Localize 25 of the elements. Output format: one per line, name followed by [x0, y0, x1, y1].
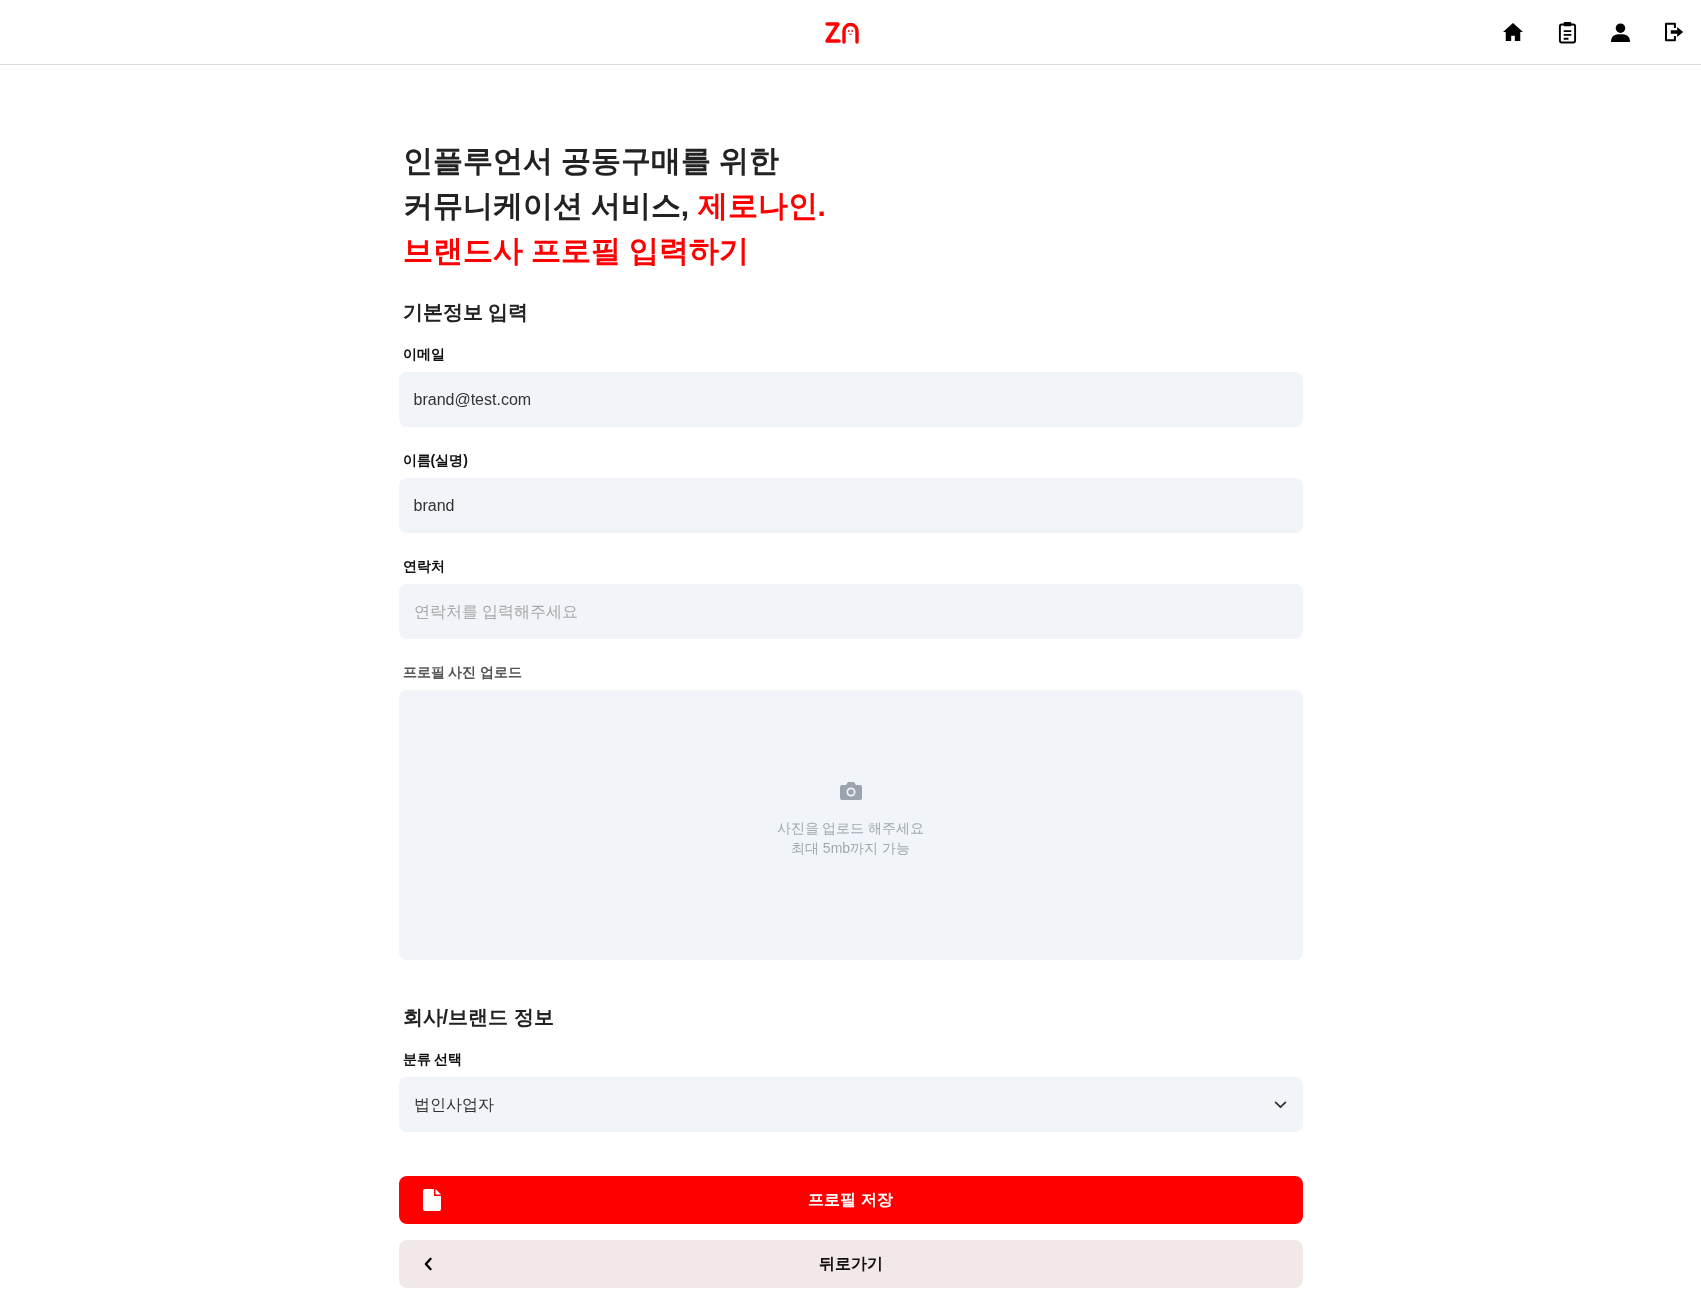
user-icon[interactable]: [1611, 22, 1630, 42]
field-label: 프로필 사진 업로드: [401, 663, 523, 682]
input-field[interactable]: 연락처를 입력해주세요: [398, 584, 1303, 639]
field-label: 연락처: [401, 557, 445, 576]
page-title: 인플루언서 공동구매를 위한 커뮤니케이션 서비스, 제로나인. 브랜드사 프로필 입력하기: [401, 143, 827, 269]
chevron-left-icon: [422, 1257, 433, 1271]
field-label: 분류 선택: [401, 1050, 463, 1069]
logo[interactable]: [825, 19, 859, 45]
input-field[interactable]: brand: [398, 478, 1303, 533]
field-label: 이메일: [401, 345, 445, 364]
upload-hint: 최대 5mb까지 가능: [791, 838, 910, 858]
section-title: 회사/브랜드 정보: [401, 1005, 555, 1030]
input-field[interactable]: brand@test.com: [398, 372, 1303, 427]
file-icon: [422, 1189, 441, 1211]
save-button[interactable]: 프로필 저장: [398, 1176, 1303, 1224]
section-title: 기본정보 입력: [401, 300, 530, 325]
clipboard-icon[interactable]: [1558, 20, 1577, 44]
logout-icon[interactable]: [1664, 21, 1684, 43]
back-button[interactable]: 뒤로가기: [398, 1240, 1303, 1288]
camera-icon: [839, 780, 862, 800]
home-icon[interactable]: [1502, 22, 1524, 42]
upload-hint: 사진을 업로드 해주세요: [776, 818, 925, 838]
field-label: 이름(실명): [401, 451, 468, 470]
select-field[interactable]: 법인사업자: [398, 1077, 1303, 1132]
chevron-down-icon: [1273, 1100, 1287, 1109]
